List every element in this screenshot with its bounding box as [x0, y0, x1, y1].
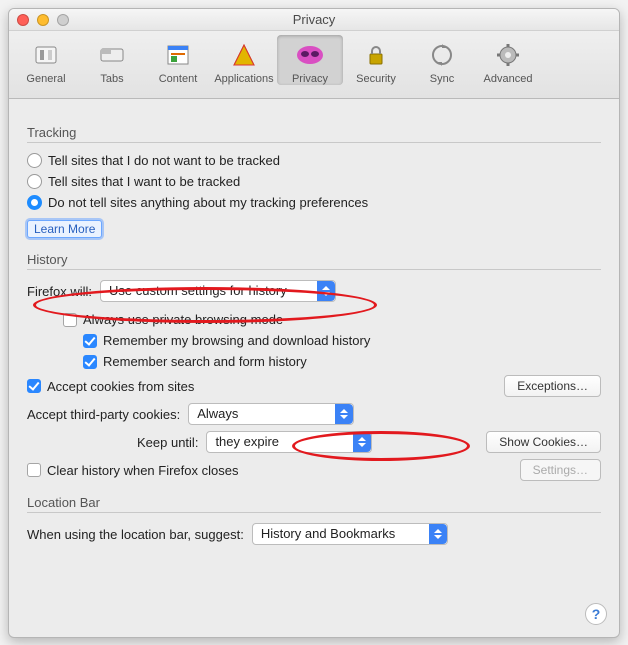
third-party-select[interactable]: Always [188, 403, 354, 425]
tab-general[interactable]: General [13, 35, 79, 85]
tracking-opt-do-track[interactable]: Tell sites that I want to be tracked [27, 174, 601, 189]
third-party-value: Always [197, 406, 238, 421]
minimize-icon[interactable] [37, 14, 49, 26]
tab-tabs[interactable]: Tabs [79, 35, 145, 85]
preferences-window: ▾ g Google Privacy General Tabs [8, 8, 620, 638]
tracking-opt2-label: Tell sites that I want to be tracked [48, 174, 240, 189]
tab-privacy[interactable]: Privacy [277, 35, 343, 85]
firefox-will-value: Use custom settings for history [109, 283, 287, 298]
firefox-will-select[interactable]: Use custom settings for history [100, 280, 336, 302]
checkbox-icon[interactable] [27, 463, 41, 477]
chevron-updown-icon [335, 404, 353, 424]
pref-toolbar: General Tabs Content Applications Privac… [9, 31, 619, 99]
tab-tabs-label: Tabs [79, 73, 145, 85]
keep-until-select[interactable]: they expire [206, 431, 372, 453]
suggest-value: History and Bookmarks [261, 526, 395, 541]
tab-privacy-label: Privacy [277, 73, 343, 85]
remember-browse-label: Remember my browsing and download histor… [103, 333, 370, 348]
window-controls [17, 14, 69, 26]
applications-icon [228, 39, 260, 71]
tracking-opt3-label: Do not tell sites anything about my trac… [48, 195, 368, 210]
tab-content-label: Content [145, 73, 211, 85]
clear-on-close-label: Clear history when Firefox closes [47, 463, 238, 478]
tab-advanced-label: Advanced [475, 73, 541, 85]
privacy-mask-icon [294, 39, 326, 71]
content-area: Tracking Tell sites that I do not want t… [9, 99, 619, 567]
remember-search-label: Remember search and form history [103, 354, 307, 369]
suggest-select[interactable]: History and Bookmarks [252, 523, 448, 545]
gear-icon [492, 39, 524, 71]
tab-security[interactable]: Security [343, 35, 409, 85]
tab-advanced[interactable]: Advanced [475, 35, 541, 85]
accept-cookies-checkbox[interactable]: Accept cookies from sites [27, 379, 194, 394]
window-title: Privacy [293, 12, 336, 27]
chevron-updown-icon [317, 281, 335, 301]
accept-cookies-label: Accept cookies from sites [47, 379, 194, 394]
chevron-updown-icon [353, 432, 371, 452]
tracking-heading: Tracking [27, 125, 601, 143]
lock-icon [360, 39, 392, 71]
tab-content[interactable]: Content [145, 35, 211, 85]
keep-until-value: they expire [215, 434, 279, 449]
tabs-icon [96, 39, 128, 71]
history-heading: History [27, 252, 601, 270]
clear-on-close-checkbox[interactable]: Clear history when Firefox closes [27, 463, 238, 478]
close-icon[interactable] [17, 14, 29, 26]
zoom-icon[interactable] [57, 14, 69, 26]
tab-sync[interactable]: Sync [409, 35, 475, 85]
content-icon [162, 39, 194, 71]
checkbox-icon[interactable] [27, 379, 41, 393]
remember-search-checkbox[interactable]: Remember search and form history [83, 354, 601, 369]
radio-icon[interactable] [27, 195, 42, 210]
tracking-opt-no-pref[interactable]: Do not tell sites anything about my trac… [27, 195, 601, 210]
exceptions-button[interactable]: Exceptions… [504, 375, 601, 397]
tab-security-label: Security [343, 73, 409, 85]
third-party-label: Accept third-party cookies: [27, 407, 180, 422]
sync-icon [426, 39, 458, 71]
chevron-updown-icon [429, 524, 447, 544]
help-button[interactable]: ? [585, 603, 607, 625]
private-browsing-checkbox[interactable]: Always use private browsing mode [63, 312, 601, 327]
checkbox-icon[interactable] [83, 334, 97, 348]
remember-browse-checkbox[interactable]: Remember my browsing and download histor… [83, 333, 601, 348]
firefox-will-label: Firefox will: [27, 284, 92, 299]
tracking-opt1-label: Tell sites that I do not want to be trac… [48, 153, 280, 168]
keep-until-label: Keep until: [137, 435, 198, 450]
checkbox-icon[interactable] [83, 355, 97, 369]
show-cookies-button[interactable]: Show Cookies… [486, 431, 601, 453]
checkbox-icon[interactable] [63, 313, 77, 327]
suggest-label: When using the location bar, suggest: [27, 527, 244, 542]
titlebar: Privacy [9, 9, 619, 31]
tab-sync-label: Sync [409, 73, 475, 85]
switch-icon [30, 39, 62, 71]
tracking-opt-no-track[interactable]: Tell sites that I do not want to be trac… [27, 153, 601, 168]
tab-applications[interactable]: Applications [211, 35, 277, 85]
tab-applications-label: Applications [211, 73, 277, 85]
private-browsing-label: Always use private browsing mode [83, 312, 283, 327]
settings-button: Settings… [520, 459, 601, 481]
location-bar-heading: Location Bar [27, 495, 601, 513]
radio-icon[interactable] [27, 153, 42, 168]
tab-general-label: General [13, 73, 79, 85]
learn-more-button[interactable]: Learn More [27, 220, 102, 238]
radio-icon[interactable] [27, 174, 42, 189]
